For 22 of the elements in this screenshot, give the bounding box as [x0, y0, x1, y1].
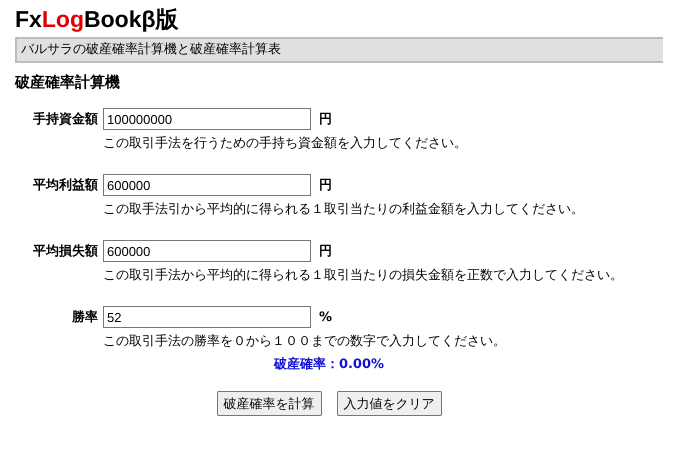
field-label: 平均損失額 — [32, 242, 98, 260]
input-field[interactable]: 600000 — [103, 240, 311, 262]
hint-text: この取引手法を行うための手持ち資金額を入力してください。 — [103, 135, 468, 153]
unit-label: % — [319, 310, 332, 324]
hint-text: この取引手法の勝率を０から１００までの数字で入力してください。 — [103, 333, 507, 351]
hint-text: この取手法引から平均的に得られる１取引当たりの利益金額を入力してください。 — [103, 201, 585, 219]
result-text: 破産確率：0.00% — [274, 357, 384, 372]
section-title: 破産確率計算機 — [15, 72, 121, 93]
unit-label: 円 — [319, 177, 332, 194]
site-logo: FxLogBookβ版 — [15, 5, 179, 34]
page-banner: バルサラの破産確率計算機と破産確率計算表 — [15, 37, 663, 63]
unit-label: 円 — [319, 243, 332, 260]
field-label: 勝率 — [71, 308, 98, 326]
field-label: 手持資金額 — [32, 110, 98, 128]
calculate-button[interactable]: 破産確率を計算 — [216, 391, 322, 416]
unit-label: 円 — [319, 111, 332, 128]
hint-text: この取引手法から平均的に得られる１取引当たりの損失金額を正数で入力してください。 — [103, 267, 624, 285]
input-field[interactable]: 100000000 — [103, 108, 311, 130]
input-field[interactable]: 600000 — [103, 174, 311, 196]
input-field[interactable]: 52 — [103, 306, 311, 328]
field-label: 平均利益額 — [32, 176, 98, 194]
clear-button[interactable]: 入力値をクリア — [336, 391, 442, 416]
